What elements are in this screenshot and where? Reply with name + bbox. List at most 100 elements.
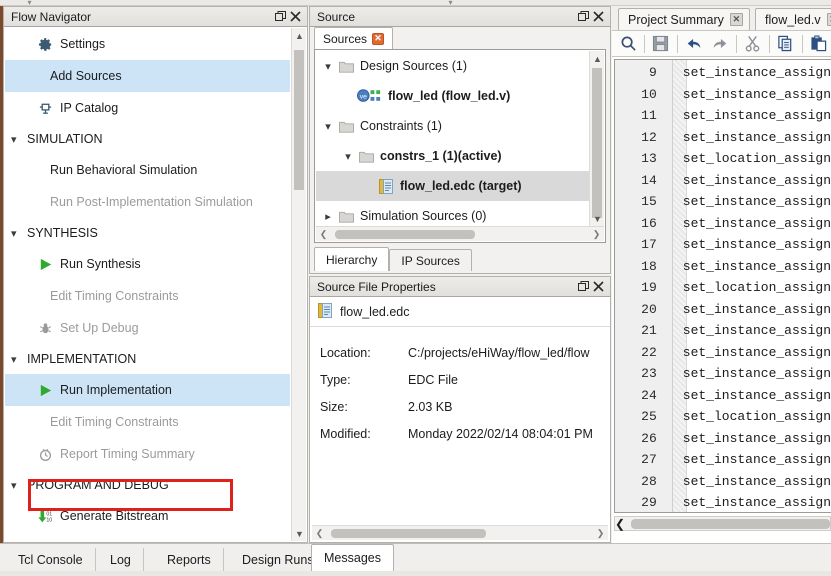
code-line: 22 set_instance_assign <box>615 342 831 364</box>
sidebar-item-open-target[interactable]: Open Target <box>5 532 290 542</box>
save-button[interactable] <box>649 32 673 56</box>
sidebar-item-generate-bitstream[interactable]: 01 10 Generate Bitstream <box>5 500 290 532</box>
toolbar-separator <box>677 34 678 53</box>
scroll-left-icon[interactable]: ❮ <box>615 517 625 531</box>
line-text: set_instance_assign <box>682 215 831 231</box>
property-value: EDC File <box>408 372 459 387</box>
property-key: Type: <box>320 372 351 387</box>
sources-tree-vscrollbar[interactable]: ▲ ▼ <box>589 51 604 226</box>
tree-row-flow-led-edc[interactable]: flow_led.edc (target) <box>316 171 589 201</box>
sidebar-item-edit-timing-constraints-impl[interactable]: Edit Timing Constraints <box>5 406 290 438</box>
float-icon[interactable] <box>576 9 591 24</box>
tree-row-design-sources[interactable]: ▾ Design Sources (1) <box>316 51 589 81</box>
tab-hierarchy[interactable]: Hierarchy <box>314 247 390 271</box>
copy-button[interactable] <box>774 32 798 56</box>
tree-row-flow-led-v[interactable]: ve flow_led (flow_led.v) <box>316 81 589 111</box>
sidebar-item-report-timing-summary[interactable]: Report Timing Summary <box>5 438 290 470</box>
sidebar-item-run-behavioral-simulation[interactable]: Run Behavioral Simulation <box>5 154 290 186</box>
gear-icon <box>35 36 55 52</box>
sidebar-group-synthesis[interactable]: ▾ SYNTHESIS <box>5 218 290 248</box>
line-text: set_instance_assign <box>682 86 831 102</box>
tree-row-constraints[interactable]: ▾ Constraints (1) <box>316 111 589 141</box>
sidebar-item-add-sources[interactable]: Add Sources <box>5 60 290 92</box>
cut-button[interactable] <box>741 32 765 56</box>
tab-tcl-console[interactable]: Tcl Console <box>6 548 96 571</box>
svg-text:10: 10 <box>46 517 52 523</box>
hscroll-track[interactable] <box>331 229 589 240</box>
scroll-up-icon[interactable]: ▲ <box>590 51 605 66</box>
scrollbar-thumb[interactable] <box>294 50 304 190</box>
scrollbar-thumb[interactable] <box>592 68 602 218</box>
sliver-mark-right: ▾ <box>448 0 453 7</box>
properties-hscrollbar[interactable]: ❮ ❯ <box>312 525 608 540</box>
scrollbar-thumb[interactable] <box>331 528 486 538</box>
close-icon[interactable]: ✕ <box>372 32 385 45</box>
scroll-up-icon[interactable]: ▲ <box>292 28 307 43</box>
close-icon[interactable] <box>591 9 606 24</box>
sidebar-item-edit-timing-constraints-synth[interactable]: Edit Timing Constraints <box>5 280 290 312</box>
float-icon[interactable] <box>273 9 288 24</box>
sidebar-group-simulation[interactable]: ▾ SIMULATION <box>5 124 290 154</box>
tab-reports[interactable]: Reports <box>155 548 224 571</box>
sidebar-group-label: PROGRAM AND DEBUG <box>27 478 169 492</box>
tab-messages[interactable]: Messages <box>311 544 394 571</box>
folder-icon <box>336 210 356 223</box>
code-line: 18 set_instance_assign <box>615 256 831 278</box>
tree-row-simulation-sources[interactable]: ▸ Simulation Sources (0) <box>316 201 589 226</box>
scroll-left-icon[interactable]: ❮ <box>312 526 327 541</box>
tab-ip-sources[interactable]: IP Sources <box>389 249 472 271</box>
chevron-down-icon: ▾ <box>11 353 17 366</box>
tab-log[interactable]: Log <box>98 548 144 571</box>
sidebar-item-ip-catalog[interactable]: IP Catalog <box>5 92 290 124</box>
sidebar-item-run-synthesis[interactable]: Run Synthesis <box>5 248 290 280</box>
redo-button[interactable] <box>708 32 732 56</box>
tab-project-summary[interactable]: Project Summary ✕ <box>618 8 750 30</box>
tab-flow-led-v[interactable]: flow_led.v ✕ <box>755 8 831 30</box>
find-button[interactable] <box>616 32 640 56</box>
undo-button[interactable] <box>682 32 706 56</box>
flow-navigator-scrollbar[interactable]: ▲ ▼ <box>291 28 306 541</box>
scroll-down-icon[interactable]: ▼ <box>292 526 307 541</box>
toolbar-separator <box>736 34 737 53</box>
sidebar-group-implementation[interactable]: ▾ IMPLEMENTATION <box>5 344 290 374</box>
chevron-down-icon[interactable]: ▾ <box>340 150 356 163</box>
line-text: set_location_assign <box>682 151 831 167</box>
tab-sources[interactable]: Sources ✕ <box>314 27 394 49</box>
sidebar-group-program-and-debug[interactable]: ▾ PROGRAM AND DEBUG <box>5 470 290 500</box>
line-text: set_instance_assign <box>682 387 831 403</box>
chevron-right-icon[interactable]: ▸ <box>320 210 336 223</box>
code-editor[interactable]: 9 set_instance_assign 10 set_instance_assi… <box>614 59 831 513</box>
float-icon[interactable] <box>576 279 591 294</box>
scrollbar-thumb[interactable] <box>335 229 475 239</box>
close-icon[interactable] <box>591 279 606 294</box>
tree-row-constrs-1[interactable]: ▾ constrs_1 (1)(active) <box>316 141 589 171</box>
sidebar-group-label: SYNTHESIS <box>27 226 98 240</box>
close-icon[interactable] <box>288 9 303 24</box>
close-icon[interactable]: ✕ <box>729 13 743 26</box>
sliver-mark-left: ▾ <box>27 0 32 7</box>
source-subtabs: Hierarchy IP Sources <box>314 247 472 271</box>
sidebar-item-run-post-implementation-simulation[interactable]: Run Post-Implementation Simulation <box>5 186 290 218</box>
line-text: set_instance_assign <box>682 194 831 210</box>
scroll-right-icon[interactable]: ❯ <box>589 227 604 242</box>
scroll-right-icon[interactable]: ❯ <box>593 526 608 541</box>
scrollbar-thumb[interactable] <box>631 519 830 529</box>
code-line: 23 set_instance_assign <box>615 363 831 385</box>
tab-label: Design Runs <box>242 552 314 567</box>
sidebar-item-settings[interactable]: Settings <box>5 28 290 60</box>
sources-tree-hscrollbar[interactable]: ❮ ❯ <box>316 226 604 241</box>
sidebar-item-run-implementation[interactable]: Run Implementation <box>5 374 290 406</box>
close-icon[interactable]: ✕ <box>826 13 831 26</box>
sidebar-item-set-up-debug[interactable]: Set Up Debug <box>5 312 290 344</box>
code-line: 15 set_instance_assign <box>615 191 831 213</box>
scroll-left-icon[interactable]: ❮ <box>316 227 331 242</box>
green-play-icon <box>35 382 55 398</box>
hscroll-track[interactable] <box>327 528 593 539</box>
chevron-down-icon[interactable]: ▾ <box>320 120 336 133</box>
scroll-down-icon[interactable]: ▼ <box>590 211 605 226</box>
editor-hscrollbar[interactable]: ❮ <box>614 516 831 531</box>
chevron-down-icon[interactable]: ▾ <box>320 60 336 73</box>
line-text: set_location_assign <box>682 409 831 425</box>
paste-button[interactable] <box>807 32 831 56</box>
toolbar-separator <box>801 34 803 53</box>
